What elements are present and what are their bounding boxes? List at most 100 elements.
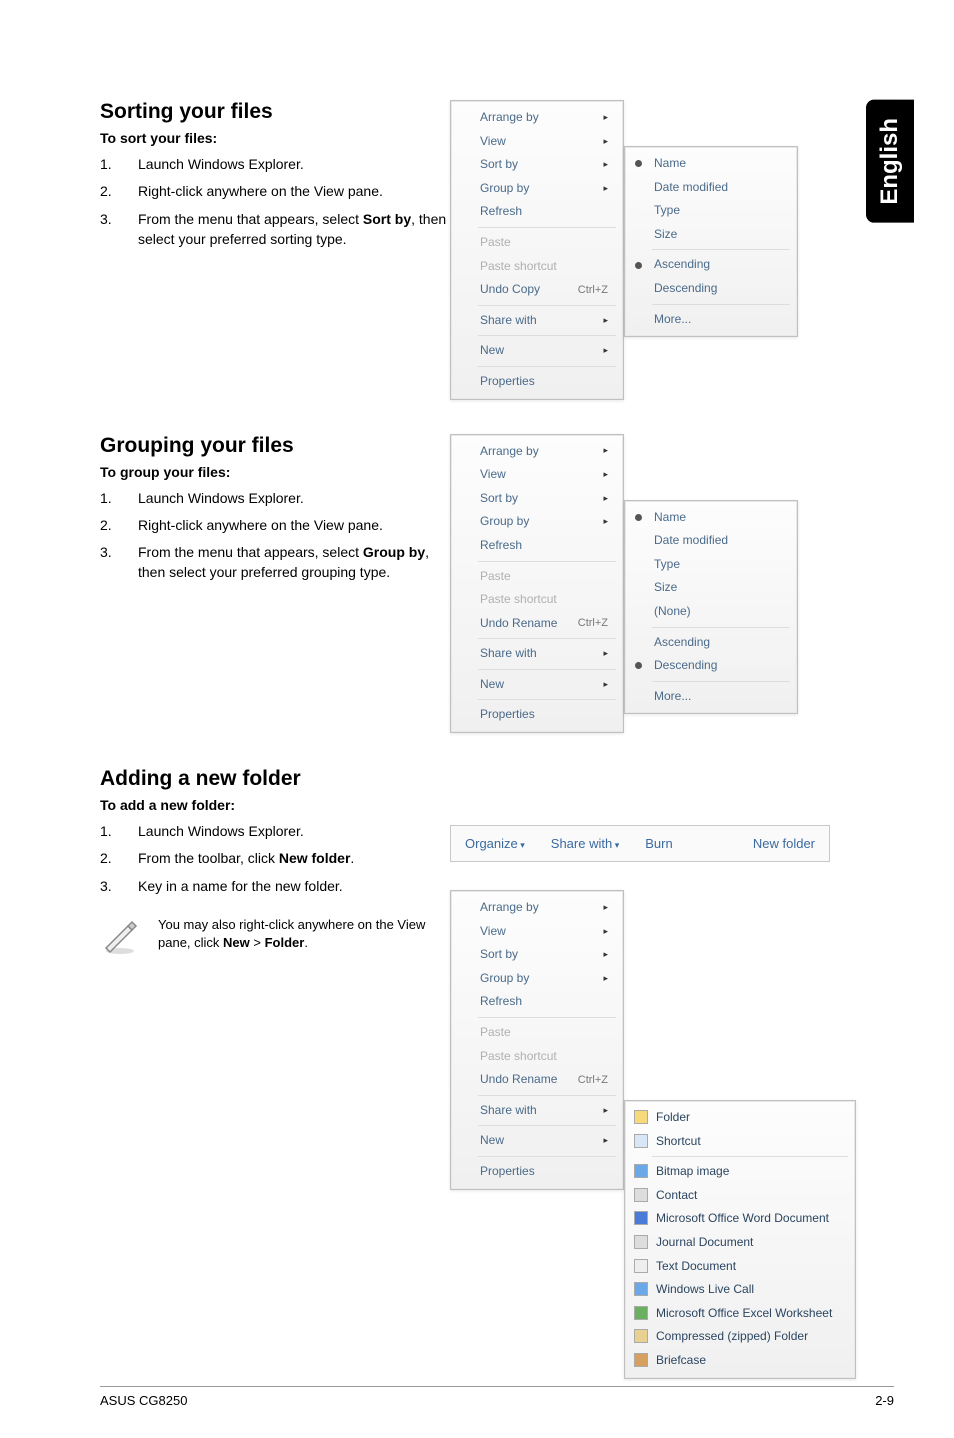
toolbar-organize[interactable]: Organize xyxy=(465,836,525,851)
menu-share-with[interactable]: Share with▸ xyxy=(452,309,622,333)
new-journal[interactable]: Journal Document xyxy=(626,1231,854,1255)
toolbar-burn[interactable]: Burn xyxy=(645,836,672,851)
menu-refresh[interactable]: Refresh xyxy=(452,534,622,558)
new-wlc[interactable]: Windows Live Call xyxy=(626,1278,854,1302)
group-date-modified[interactable]: Date modified xyxy=(626,529,796,553)
chevron-right-icon: ▸ xyxy=(603,136,608,148)
contact-icon xyxy=(634,1188,648,1202)
sort-context-menu-screenshot: Arrange by▸ View▸ Sort by▸ Group by▸ Ref… xyxy=(450,100,624,400)
toolbar-share-with[interactable]: Share with xyxy=(551,836,619,851)
heading-folder: Adding a new folder xyxy=(100,767,450,791)
new-briefcase[interactable]: Briefcase xyxy=(626,1349,854,1373)
chevron-right-icon: ▸ xyxy=(603,445,608,457)
sort-ascending[interactable]: Ascending xyxy=(626,253,796,277)
menu-undo-rename[interactable]: Undo RenameCtrl+Z xyxy=(452,612,622,636)
chevron-right-icon: ▸ xyxy=(603,112,608,124)
new-word[interactable]: Microsoft Office Word Document xyxy=(626,1207,854,1231)
step: Key in a name for the new folder. xyxy=(100,876,450,896)
zip-icon xyxy=(634,1329,648,1343)
group-type[interactable]: Type xyxy=(626,553,796,577)
sort-date-modified[interactable]: Date modified xyxy=(626,176,796,200)
new-text[interactable]: Text Document xyxy=(626,1255,854,1279)
footer-right: 2-9 xyxy=(875,1393,894,1408)
explorer-toolbar-screenshot: Organize Share with Burn New folder xyxy=(450,825,830,862)
subhead-group: To group your files: xyxy=(100,464,450,480)
toolbar-new-folder[interactable]: New folder xyxy=(753,836,815,851)
menu-refresh[interactable]: Refresh xyxy=(452,200,622,224)
heading-group: Grouping your files xyxy=(100,434,450,458)
group-descending[interactable]: Descending xyxy=(626,654,796,678)
menu-new[interactable]: New▸ xyxy=(452,1129,622,1153)
chevron-right-icon: ▸ xyxy=(603,949,608,961)
sort-name[interactable]: Name xyxy=(626,152,796,176)
step: From the menu that appears, select Group… xyxy=(100,542,450,583)
step: From the toolbar, click New folder. xyxy=(100,848,450,868)
menu-group-by[interactable]: Group by▸ xyxy=(452,177,622,201)
menu-group-by[interactable]: Group by▸ xyxy=(452,967,622,991)
chevron-right-icon: ▸ xyxy=(603,493,608,505)
menu-refresh[interactable]: Refresh xyxy=(452,990,622,1014)
menu-arrange-by[interactable]: Arrange by▸ xyxy=(452,896,622,920)
bullet-icon xyxy=(635,662,642,669)
page-content: Sorting your files To sort your files: L… xyxy=(0,0,954,1254)
menu-view[interactable]: View▸ xyxy=(452,130,622,154)
group-context-menu-screenshot: Arrange by▸ View▸ Sort by▸ Group by▸ Ref… xyxy=(450,434,624,734)
shortcut-icon xyxy=(634,1134,648,1148)
menu-sort-by[interactable]: Sort by▸ xyxy=(452,943,622,967)
sort-type[interactable]: Type xyxy=(626,199,796,223)
sort-more[interactable]: More... xyxy=(626,308,796,332)
menu-properties[interactable]: Properties xyxy=(452,370,622,394)
menu-arrange-by[interactable]: Arrange by▸ xyxy=(452,440,622,464)
new-bitmap[interactable]: Bitmap image xyxy=(626,1160,854,1184)
menu-paste: Paste xyxy=(452,231,622,255)
chevron-right-icon: ▸ xyxy=(603,973,608,985)
section-grouping: Grouping your files To group your files:… xyxy=(100,434,894,734)
bullet-icon xyxy=(635,514,642,521)
pencil-icon xyxy=(100,916,140,956)
chevron-right-icon: ▸ xyxy=(603,159,608,171)
menu-undo-copy[interactable]: Undo CopyCtrl+Z xyxy=(452,278,622,302)
new-excel[interactable]: Microsoft Office Excel Worksheet xyxy=(626,1302,854,1326)
sort-size[interactable]: Size xyxy=(626,223,796,247)
sort-descending[interactable]: Descending xyxy=(626,277,796,301)
chevron-right-icon: ▸ xyxy=(603,315,608,327)
group-more[interactable]: More... xyxy=(626,685,796,709)
new-folder[interactable]: Folder xyxy=(626,1106,854,1130)
menu-properties[interactable]: Properties xyxy=(452,703,622,727)
chevron-right-icon: ▸ xyxy=(603,469,608,481)
menu-undo-rename[interactable]: Undo RenameCtrl+Z xyxy=(452,1068,622,1092)
chevron-right-icon: ▸ xyxy=(603,926,608,938)
menu-paste: Paste xyxy=(452,565,622,589)
section-new-folder: Adding a new folder To add a new folder:… xyxy=(100,767,894,1190)
new-shortcut[interactable]: Shortcut xyxy=(626,1130,854,1154)
menu-share-with[interactable]: Share with▸ xyxy=(452,642,622,666)
group-none[interactable]: (None) xyxy=(626,600,796,624)
steps-sort: Launch Windows Explorer. Right-click any… xyxy=(100,154,450,249)
menu-sort-by[interactable]: Sort by▸ xyxy=(452,153,622,177)
menu-new[interactable]: New▸ xyxy=(452,673,622,697)
bullet-icon xyxy=(635,160,642,167)
menu-paste-shortcut: Paste shortcut xyxy=(452,1045,622,1069)
group-size[interactable]: Size xyxy=(626,576,796,600)
chevron-right-icon: ▸ xyxy=(603,902,608,914)
subhead-folder: To add a new folder: xyxy=(100,797,450,813)
new-contact[interactable]: Contact xyxy=(626,1184,854,1208)
menu-share-with[interactable]: Share with▸ xyxy=(452,1099,622,1123)
menu-sort-by[interactable]: Sort by▸ xyxy=(452,487,622,511)
menu-arrange-by[interactable]: Arrange by▸ xyxy=(452,106,622,130)
menu-view[interactable]: View▸ xyxy=(452,463,622,487)
menu-paste-shortcut: Paste shortcut xyxy=(452,255,622,279)
note: You may also right-click anywhere on the… xyxy=(100,916,450,956)
group-name[interactable]: Name xyxy=(626,506,796,530)
new-zip[interactable]: Compressed (zipped) Folder xyxy=(626,1325,854,1349)
menu-view[interactable]: View▸ xyxy=(452,920,622,944)
menu-properties[interactable]: Properties xyxy=(452,1160,622,1184)
heading-sort: Sorting your files xyxy=(100,100,450,124)
subhead-sort: To sort your files: xyxy=(100,130,450,146)
menu-group-by[interactable]: Group by▸ xyxy=(452,510,622,534)
step: Launch Windows Explorer. xyxy=(100,488,450,508)
journal-icon xyxy=(634,1235,648,1249)
chevron-right-icon: ▸ xyxy=(603,183,608,195)
menu-new[interactable]: New▸ xyxy=(452,339,622,363)
group-ascending[interactable]: Ascending xyxy=(626,631,796,655)
